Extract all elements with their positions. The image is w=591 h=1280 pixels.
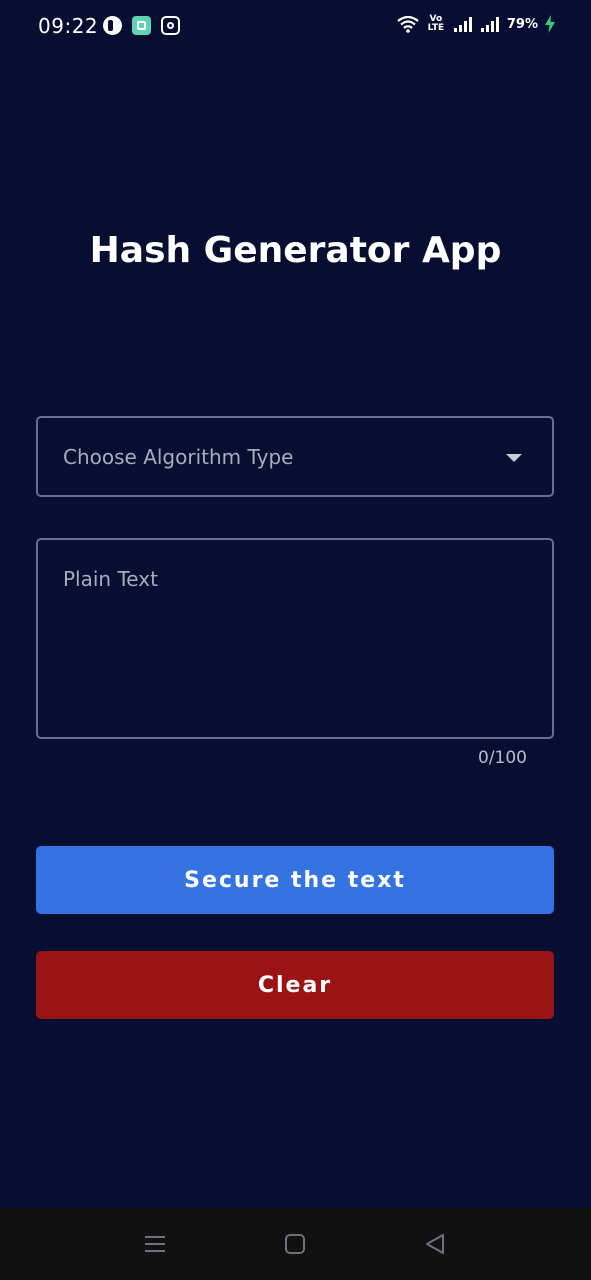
signal-icon [453,15,473,33]
wifi-icon [397,15,419,33]
notification-icons [103,16,180,35]
charging-icon [545,15,555,33]
character-counter: 0/100 [478,748,527,768]
algorithm-select-placeholder: Choose Algorithm Type [63,445,294,469]
dropdown-arrow-icon [506,454,522,462]
status-bar: 09:22 Vo LTE 79% [0,0,591,54]
status-indicators: Vo LTE 79% [397,15,555,33]
app-screen: 09:22 Vo LTE 79% Hash Generator App Choo… [0,0,591,1280]
algorithm-select[interactable]: Choose Algorithm Type [36,416,554,497]
page-title: Hash Generator App [89,230,502,271]
status-time: 09:22 [38,14,99,38]
plain-text-input[interactable]: Plain Text [36,538,554,739]
secure-text-button[interactable]: Secure the text [36,846,554,914]
home-icon[interactable] [281,1230,309,1258]
system-navigation-bar [0,1208,591,1280]
plain-text-placeholder: Plain Text [63,567,158,591]
back-icon[interactable] [421,1230,449,1258]
signal-icon [480,15,500,33]
calculator-app-icon [132,16,151,35]
clear-button[interactable]: Clear [36,951,554,1019]
volte-icon: Vo LTE [427,14,445,33]
battery-percent: 79% [506,16,538,32]
instagram-icon [161,16,180,35]
menu-icon[interactable] [141,1230,169,1258]
circle-app-icon [103,16,122,35]
